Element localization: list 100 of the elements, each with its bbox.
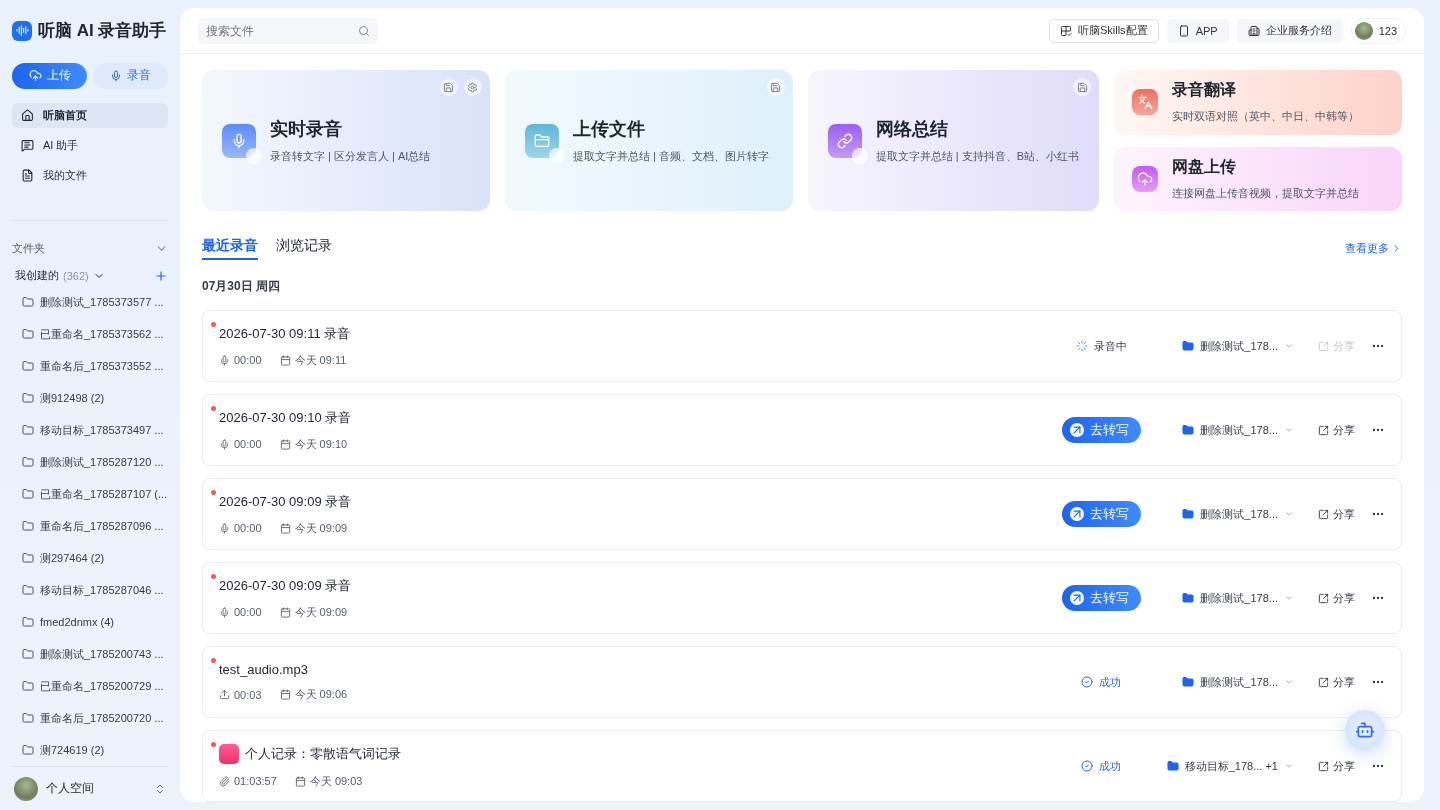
record-card[interactable]: 2026-07-30 09:09 录音 00:00 今天 09:09 去转写 删除测试_178... 分享 (202, 478, 1402, 550)
share-icon (1318, 508, 1329, 520)
folder-select[interactable]: 删除测试_178... (1164, 506, 1294, 522)
record-card[interactable]: 2026-07-30 09:10 录音 00:00 今天 09:10 去转写 删除测试_178... 分享 (202, 394, 1402, 466)
view-more-link[interactable]: 查看更多 (1345, 241, 1402, 256)
chevron-down-icon (1284, 341, 1294, 351)
folder-select[interactable]: 删除测试_178... (1164, 674, 1294, 690)
settings-button[interactable] (463, 78, 482, 96)
folder-item[interactable]: 已重命名_1785287107 (... (12, 478, 168, 511)
header-button[interactable]: 听脑Skills配置 (1048, 18, 1159, 43)
share-button[interactable]: 分享 (1318, 422, 1355, 438)
folder-select[interactable]: 移动目标_178... +1 (1164, 758, 1294, 774)
assistant-button[interactable] (1345, 710, 1385, 750)
card-title: 录音翻译 (1172, 80, 1238, 101)
share-icon (1318, 340, 1329, 352)
record-card[interactable]: 2026-07-30 09:09 录音 00:00 今天 09:09 去转写 删除测试_178... 分享 (202, 562, 1402, 634)
card-title: 实时录音 (270, 118, 343, 141)
app-title: 听脑 AI 录音助手 (38, 20, 167, 43)
expand-icon[interactable] (154, 782, 166, 795)
status-text: 成功 (1081, 674, 1121, 690)
folder-item[interactable]: 删除测试_1785373577 ... (12, 286, 168, 319)
tab[interactable]: 最近录音 (202, 237, 258, 260)
search-icon (358, 24, 370, 37)
folder-item[interactable]: fmed2dnmx (4) (12, 606, 168, 639)
avatar (14, 776, 38, 801)
card-title: 网络总结 (875, 118, 949, 141)
nav-item[interactable]: AI 助手 (12, 132, 168, 159)
chevron-down-icon (1284, 677, 1294, 687)
feature-card[interactable]: 录音翻译 实时双语对照（英中、中日、中韩等） (1114, 70, 1402, 135)
record-button[interactable]: 录音 (93, 62, 168, 89)
header-button[interactable]: 企业服务介绍 (1236, 18, 1343, 43)
folder-item[interactable]: 测724619 (2) (12, 734, 168, 767)
transcribe-button[interactable]: 去转写 (1061, 417, 1141, 443)
card-title: 上传文件 (572, 118, 646, 141)
record-time: 今天 09:06 (294, 687, 348, 702)
record-time: 今天 09:09 (294, 604, 348, 620)
folder-icon (22, 328, 34, 341)
upload-button[interactable]: 上传 (12, 62, 87, 89)
folder-item[interactable]: 已重命名_1785373562 ... (12, 318, 168, 351)
folder-icon (1182, 592, 1195, 604)
feature-card[interactable]: 网盘上传 连接网盘上传音视频，提取文字并总结 (1114, 146, 1402, 211)
microphone-icon (231, 132, 247, 149)
record-card[interactable]: test_audio.mp3 00:03 今天 09:06 成功 删除测试_178... 分享 (202, 646, 1402, 718)
folder-icon (22, 648, 34, 661)
record-card[interactable]: 个人记录：零散语气词记录 01:03:57 今天 09:03 成功 移动目标_178... +1 分享 (202, 730, 1402, 802)
nav-item[interactable]: 我的文件 (12, 162, 168, 189)
folder-item[interactable]: 重命名后_1785373552 ... (12, 350, 168, 383)
feature-card[interactable]: 网络总结 提取文字并总结 | 支持抖音、B站、小红书 (807, 70, 1100, 211)
chevron-down-icon (1284, 509, 1294, 519)
transcribe-button[interactable]: 去转写 (1061, 501, 1141, 527)
save-button[interactable] (439, 78, 458, 96)
folder-select[interactable]: 删除测试_178... (1164, 422, 1294, 438)
robot-icon (1355, 720, 1375, 740)
folder-icon (22, 456, 34, 469)
folder-item[interactable]: 删除测试_1785200743 ... (12, 638, 168, 671)
building-icon (1247, 24, 1260, 37)
folder-icon (22, 392, 34, 405)
transcribe-button[interactable]: 去转写 (1061, 585, 1141, 611)
folder-count: (362) (63, 269, 89, 282)
folder-item[interactable]: 已重命名_1785200729 ... (12, 670, 168, 703)
unread-dot (211, 742, 216, 747)
calendar-icon (279, 354, 291, 366)
folder-item[interactable]: 重命名后_1785200720 ... (12, 702, 168, 735)
folder-select[interactable]: 删除测试_178... (1164, 338, 1294, 354)
feature-card[interactable]: 实时录音 录音转文字 | 区分发言人 | AI总结 (202, 70, 490, 211)
feature-card[interactable]: 上传文件 提取文字并总结 | 音频、文档、图片转字 (504, 70, 793, 211)
search-field[interactable]: 搜索文件 (198, 17, 378, 44)
unread-dot (211, 406, 216, 411)
share-button[interactable]: 分享 (1318, 674, 1355, 690)
record-title: 个人记录：零散语气词记录 (245, 744, 401, 763)
document-icon (21, 168, 34, 182)
share-button[interactable]: 分享 (1318, 590, 1355, 606)
share-button[interactable]: 分享 (1318, 758, 1355, 774)
nav-item[interactable]: 听脑首页 (12, 102, 168, 129)
save-button[interactable] (1073, 78, 1092, 96)
header-button[interactable]: APP (1166, 18, 1229, 43)
save-icon (770, 81, 782, 93)
tab[interactable]: 浏览记录 (276, 237, 332, 260)
account-name[interactable]: 个人空间 (46, 780, 94, 798)
translate-icon (1137, 94, 1154, 111)
share-icon (1318, 592, 1329, 604)
microphone-icon (219, 522, 230, 534)
folder-item[interactable]: 测912498 (2) (12, 382, 168, 415)
folder-item[interactable]: 测297464 (2) (12, 542, 168, 575)
folder-group-label[interactable]: 我创建的 (15, 268, 59, 284)
folder-item[interactable]: 重命名后_1785287096 ... (12, 510, 168, 543)
share-button[interactable]: 分享 (1318, 506, 1355, 522)
duration: 00:00 (234, 354, 262, 366)
save-button[interactable] (766, 78, 785, 96)
microphone-icon (110, 69, 122, 82)
folder-icon (22, 488, 34, 501)
status-text: 录音中 (1075, 338, 1127, 354)
folder-item[interactable]: 移动目标_1785373497 ... (12, 414, 168, 447)
folder-item[interactable]: 删除测试_1785287120 ... (12, 446, 168, 479)
folder-icon (22, 680, 34, 693)
unread-dot (211, 490, 216, 495)
folder-select[interactable]: 删除测试_178... (1164, 590, 1294, 606)
add-icon[interactable] (154, 268, 168, 283)
folder-icon (22, 744, 34, 757)
folder-item[interactable]: 移动目标_1785287046 ... (12, 574, 168, 607)
